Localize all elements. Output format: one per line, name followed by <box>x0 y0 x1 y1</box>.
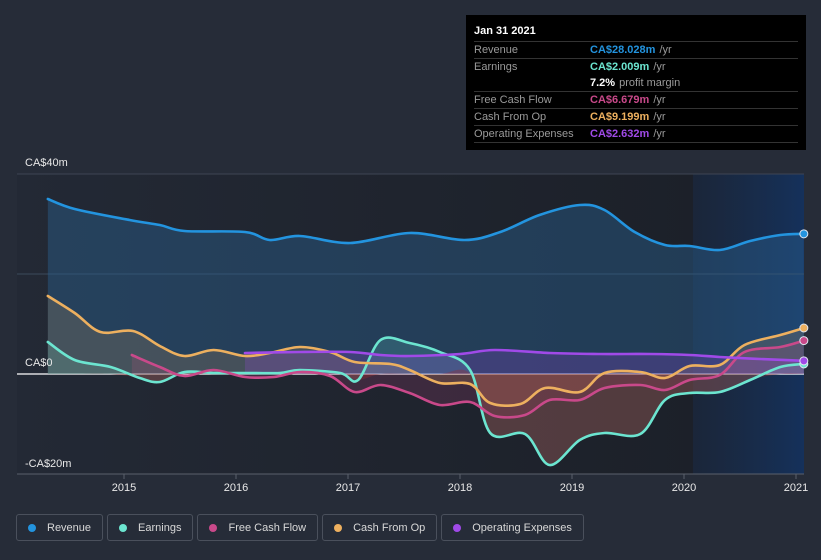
x-tick-label: 2017 <box>335 482 361 494</box>
tooltip-unit: /yr <box>659 44 672 56</box>
tooltip-row: 7.2% profit margin <box>474 75 798 92</box>
legend-label: Earnings <box>138 521 182 534</box>
legend: Revenue Earnings Free Cash Flow Cash From O… <box>16 514 584 541</box>
tooltip-row: Cash From Op CA$9.199m/yr <box>474 109 798 126</box>
x-tick-label: 2019 <box>559 482 585 494</box>
tooltip: Jan 31 2021 Revenue CA$28.028m/yr Earnings… <box>466 15 806 150</box>
legend-label: Free Cash Flow <box>228 521 307 534</box>
tooltip-value: CA$2.009m <box>590 61 650 73</box>
legend-item-cash-from-op[interactable]: Cash From Op <box>322 514 438 541</box>
tooltip-label: Free Cash Flow <box>474 94 552 106</box>
tooltip-label: Earnings <box>474 61 518 73</box>
y-tick-label: -CA$20m <box>25 458 72 470</box>
tooltip-date: Jan 31 2021 <box>474 23 798 42</box>
operating-expenses-endpoint <box>799 356 809 366</box>
tooltip-unit: profit margin <box>619 77 681 89</box>
legend-item-revenue[interactable]: Revenue <box>16 514 104 541</box>
legend-item-free-cash-flow[interactable]: Free Cash Flow <box>197 514 319 541</box>
x-tick-label: 2015 <box>111 482 137 494</box>
tooltip-unit: /yr <box>653 61 666 73</box>
tooltip-value: CA$2.632m <box>590 128 650 140</box>
x-tick-label: 2016 <box>223 482 249 494</box>
tooltip-row: Operating Expenses CA$2.632m/yr <box>474 126 798 143</box>
tooltip-unit: /yr <box>653 94 666 106</box>
legend-item-operating-expenses[interactable]: Operating Expenses <box>441 514 584 541</box>
y-tick-label: CA$40m <box>25 157 68 169</box>
cash-from-op-endpoint <box>799 323 809 333</box>
tooltip-rows: Revenue CA$28.028m/yr Earnings CA$2.009m/yr… <box>474 42 798 143</box>
tooltip-value: 7.2% <box>590 77 616 89</box>
tooltip-row: Free Cash Flow CA$6.679m/yr <box>474 92 798 109</box>
legend-item-earnings[interactable]: Earnings <box>107 514 194 541</box>
legend-dot-icon <box>209 523 218 532</box>
x-tick-label: 2020 <box>671 482 697 494</box>
legend-label: Cash From Op <box>353 521 426 534</box>
tooltip-unit: /yr <box>653 128 666 140</box>
free-cash-flow-endpoint <box>799 336 809 346</box>
tooltip-label: Operating Expenses <box>474 128 574 140</box>
legend-dot-icon <box>334 523 343 532</box>
tooltip-row: Revenue CA$28.028m/yr <box>474 42 798 59</box>
legend-dot-icon <box>119 523 128 532</box>
tooltip-value: CA$9.199m <box>590 111 650 123</box>
tooltip-row: Earnings CA$2.009m/yr <box>474 59 798 75</box>
legend-dot-icon <box>28 523 36 532</box>
tooltip-label: Revenue <box>474 44 519 56</box>
y-tick-label: CA$0 <box>25 357 53 369</box>
tooltip-label <box>474 75 590 91</box>
x-tick-label: 2021 <box>783 482 809 494</box>
tooltip-value: CA$6.679m <box>590 94 650 106</box>
tooltip-value: CA$28.028m <box>590 44 656 56</box>
tooltip-label: Cash From Op <box>474 111 547 123</box>
x-tick-label: 2018 <box>447 482 473 494</box>
x-axis <box>17 473 804 479</box>
legend-dot-icon <box>453 523 462 532</box>
revenue-endpoint <box>799 229 809 239</box>
legend-label: Operating Expenses <box>472 521 572 534</box>
legend-label: Revenue <box>47 521 92 534</box>
tooltip-unit: /yr <box>653 111 666 123</box>
